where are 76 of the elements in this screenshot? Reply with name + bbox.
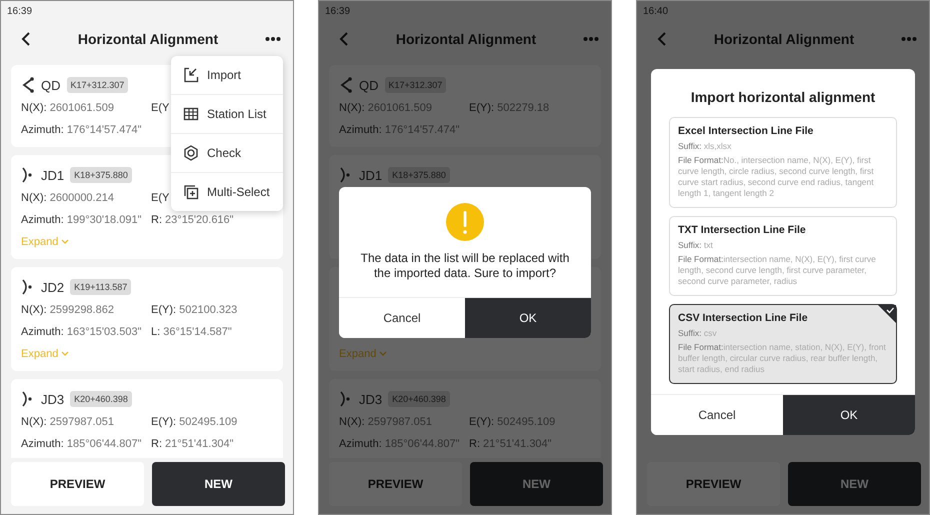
field-text: E(Y): 502495.109 — [151, 416, 238, 428]
file-type-option[interactable]: CSV Intersection Line File Suffix: csv File Format:intersection name, station, N(X), E(Y), front buffer length, circular curve radius, rear buffer length, start radius, end radius — [669, 304, 897, 384]
station-tag: K17+312.307 — [66, 77, 128, 93]
option-title: CSV Intersection Line File — [678, 312, 809, 324]
screen-title: Horizontal Alignment — [76, 31, 220, 47]
checkmark-corner-icon — [878, 305, 896, 323]
chevron-down-icon — [379, 351, 388, 357]
warning-icon — [446, 203, 484, 241]
field-text: N(X): 2600000.214 — [21, 192, 114, 204]
back-icon — [339, 31, 349, 47]
status-time: 16:40 — [643, 6, 668, 16]
field-text: E(Y): 502100.323 — [151, 304, 238, 316]
ok-button[interactable]: OK — [783, 395, 915, 435]
menu-item[interactable]: Import — [171, 56, 283, 95]
point-name: JD2 — [41, 280, 64, 294]
field-text: L: 36°15'14.587" — [151, 326, 232, 338]
screen-title: Horizontal Alignment — [394, 31, 538, 47]
point-name: JD1 — [41, 168, 64, 182]
field-text: Azimuth: 185°06'44.807" — [21, 438, 142, 450]
suffix-text: Suffix: xls,xlsx — [678, 141, 732, 152]
field-text: R: 21°51'41.304" — [151, 438, 234, 450]
ok-button[interactable]: OK — [465, 298, 591, 338]
option-title: TXT Intersection Line File — [678, 224, 807, 236]
suffix-text: Suffix: csv — [678, 328, 718, 339]
station-tag: K19+113.587 — [70, 279, 132, 295]
file-format-text: File Format:intersection name, N(X), E(Y), first curve length, second curve length, first curve parameter, second curve parameter, radius — [678, 254, 877, 287]
hexagon-check-icon — [183, 145, 199, 161]
status-time: 16:39 — [325, 6, 350, 16]
field-text: N(X): 2601061.509 — [21, 102, 114, 114]
table-icon — [183, 106, 199, 122]
station-tag: K18+375.880 — [388, 167, 450, 183]
suffix-text: Suffix: txt — [678, 240, 714, 251]
field-text: Azimuth: 163°15'03.503" — [21, 326, 142, 338]
new-button[interactable]: NEW — [152, 462, 285, 506]
status-time: 16:39 — [7, 6, 32, 16]
file-format-text: File Format:No., intersection name, N(X), E(Y), first curve length, circle radius, second curve length, first curve start radius, second curve end radius, tangent length 1, tangent length 2 — [678, 155, 875, 199]
field-text: E(Y — [151, 192, 170, 204]
file-type-option[interactable]: TXT Intersection Line File Suffix: txt File Format:intersection name, N(X), E(Y), first curve length, second curve length, first curve parameter, second curve parameter, radius — [669, 216, 897, 296]
branch-icon — [21, 77, 35, 93]
station-tag: K20+460.398 — [70, 391, 132, 407]
station-tag: K18+375.880 — [70, 167, 132, 183]
back-icon — [21, 31, 31, 47]
dialog-title: Import horizontal alignment — [690, 88, 876, 107]
field-text: R: 23°15'20.616" — [151, 214, 234, 226]
more-icon — [901, 36, 917, 42]
multi-select-icon — [183, 184, 199, 200]
field-text: N(X): 2599298.862 — [21, 304, 114, 316]
point-name: QD — [359, 78, 378, 92]
more-icon — [265, 36, 281, 42]
point-name: JD3 — [359, 392, 382, 406]
station-tag: K17+312.307 — [384, 77, 446, 93]
menu-item[interactable]: Station List — [171, 95, 283, 134]
chevron-down-icon — [61, 239, 70, 245]
point-name: JD3 — [41, 392, 64, 406]
file-format-text: File Format:intersection name, station, N(X), E(Y), front buffer length, circular curve radius, rear buffer length, start radius, end radius — [678, 342, 887, 375]
more-icon — [583, 36, 599, 42]
field-text: E(Y — [151, 102, 170, 114]
option-title: Excel Intersection Line File — [678, 125, 814, 137]
screen-title: Horizontal Alignment — [712, 31, 856, 47]
back-icon — [657, 31, 667, 47]
alignment-card[interactable]: JD2 K19+113.587 N(X): 2599298.862 E(Y): 502100.323 Azimuth: 163°15'03.503" L: 36°15'14.587" Expand — [11, 267, 283, 371]
field-text: Azimuth: 176°14'57.474" — [21, 124, 142, 136]
alignment-card[interactable]: JD3 K20+460.398 N(X): 2597987.051 E(Y): 502495.109 Azimuth: 185°06'44.807" R: 21°51'41.304" — [11, 379, 283, 458]
point-name: JD1 — [359, 168, 382, 182]
import-icon — [183, 67, 199, 83]
point-name: QD — [41, 78, 60, 92]
branch-icon — [339, 77, 353, 93]
preview-button[interactable]: PREVIEW — [11, 462, 144, 506]
field-text: Azimuth: 199°30'18.091" — [21, 214, 142, 226]
menu-item[interactable]: Check — [171, 134, 283, 173]
chevron-down-icon — [61, 351, 70, 357]
field-text: N(X): 2597987.051 — [21, 416, 114, 428]
dialog-message: The data in the list will be replaced with the imported data. Sure to import? — [360, 251, 570, 281]
menu-item[interactable]: Multi-Select — [171, 173, 283, 211]
file-type-option[interactable] — [669, 117, 897, 208]
station-tag: K20+460.398 — [388, 391, 450, 407]
